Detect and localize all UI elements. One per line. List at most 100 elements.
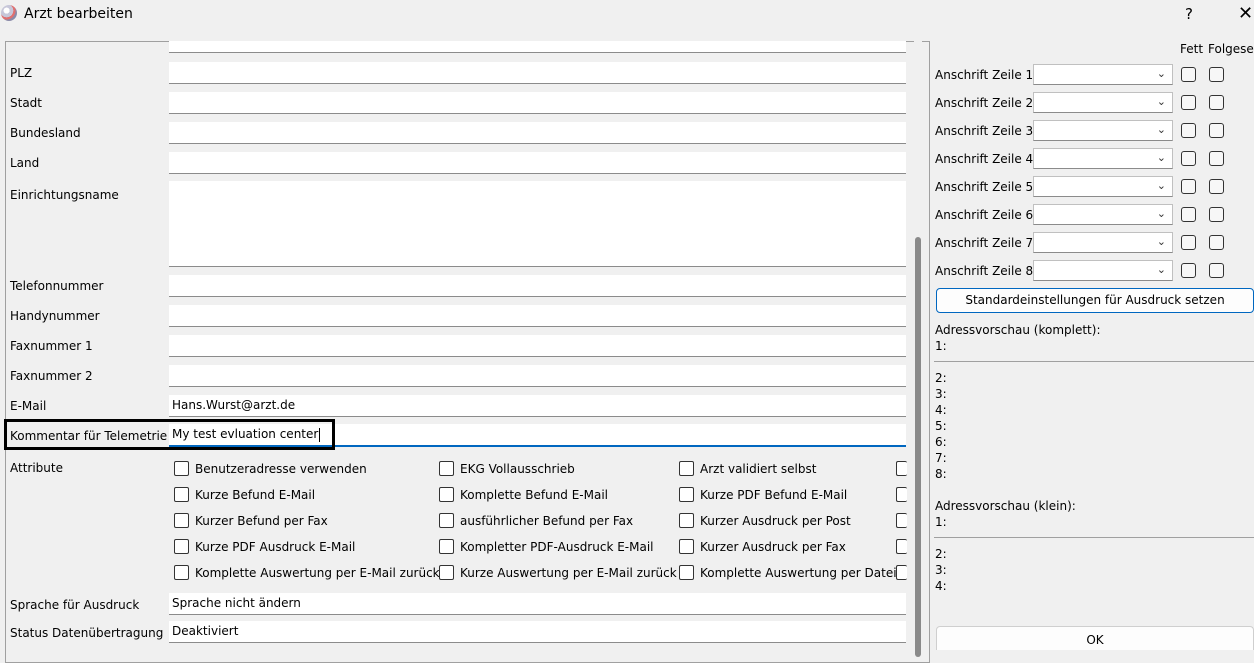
checkbox-ausfuehrlicher-befund-fax[interactable] xyxy=(439,513,454,528)
chevron-down-icon: ⌄ xyxy=(1156,235,1166,248)
stadt-input[interactable] xyxy=(169,92,906,114)
fett-checkbox-6[interactable] xyxy=(1181,207,1196,222)
sprache-select[interactable]: Sprache nicht ändern xyxy=(169,593,906,615)
attribute-label: Attribute xyxy=(10,461,63,475)
anschrift-zeile-3-select[interactable]: ⌄ xyxy=(1033,120,1173,141)
ok-button[interactable]: OK xyxy=(936,626,1254,650)
einrichtungsname-textarea[interactable] xyxy=(169,181,906,267)
chevron-down-icon: ⌄ xyxy=(1156,151,1166,164)
checkbox-label: EKG Vollausschrieb xyxy=(460,462,575,476)
sprache-label: Sprache für Ausdruck xyxy=(10,598,140,612)
checkbox-label: Benutzeradresse verwenden xyxy=(195,462,367,476)
checkbox-label: Arzt validiert selbst xyxy=(700,462,817,476)
anschrift-zeile-2-select[interactable]: ⌄ xyxy=(1033,92,1173,113)
checkbox-label: ausführlicher Befund per Fax xyxy=(460,514,634,528)
checkbox-ekg-vollausschrieb[interactable] xyxy=(439,461,454,476)
fett-checkbox-8[interactable] xyxy=(1181,263,1196,278)
land-label: Land xyxy=(10,156,40,170)
folgeseite-checkbox-3[interactable] xyxy=(1209,123,1224,138)
folgeseite-checkbox-8[interactable] xyxy=(1209,263,1224,278)
fax2-label: Faxnummer 2 xyxy=(10,369,93,383)
anschrift-zeile-1-select[interactable]: ⌄ xyxy=(1033,64,1173,85)
folgeseite-checkbox-1[interactable] xyxy=(1209,67,1224,82)
folgeseite-checkbox-4[interactable] xyxy=(1209,151,1224,166)
anschrift-zeile-6-select[interactable]: ⌄ xyxy=(1033,204,1173,225)
fett-checkbox-5[interactable] xyxy=(1181,179,1196,194)
checkbox-label: Kurzer Ausdruck per Fax xyxy=(700,540,846,554)
chevron-down-icon: ⌄ xyxy=(1156,67,1166,80)
status-select[interactable]: Deaktiviert xyxy=(169,621,906,643)
fett-checkbox-7[interactable] xyxy=(1181,235,1196,250)
checkbox-kurze-pdf-ausdruck[interactable] xyxy=(174,539,189,554)
fett-header: Fett xyxy=(1180,42,1204,56)
fax2-input[interactable] xyxy=(169,365,906,387)
preview-full-line: 1: xyxy=(935,339,947,353)
anschrift-zeile-label: Anschrift Zeile 3 xyxy=(935,124,1034,138)
checkbox-partial[interactable] xyxy=(896,487,907,502)
highlight-box xyxy=(4,419,335,450)
folgeseite-checkbox-6[interactable] xyxy=(1209,207,1224,222)
chevron-down-icon: ⌄ xyxy=(1156,123,1166,136)
checkbox-komplette-befund-email[interactable] xyxy=(439,487,454,502)
folgeseite-header: Folgesei xyxy=(1208,42,1254,56)
preview-divider xyxy=(934,537,1254,538)
checkbox-label: Komplette Auswertung per Datei xyxy=(700,566,897,580)
preview-full-line: 7: xyxy=(935,451,947,465)
fett-checkbox-2[interactable] xyxy=(1181,95,1196,110)
default-print-settings-button[interactable]: Standardeinstellungen für Ausdruck setze… xyxy=(936,288,1254,313)
checkbox-partial[interactable] xyxy=(896,513,907,528)
checkbox-label: Komplette Auswertung per E-Mail zurück xyxy=(195,566,440,580)
fax1-label: Faxnummer 1 xyxy=(10,339,93,353)
checkbox-benutzeradresse[interactable] xyxy=(174,461,189,476)
preview-small-line: 1: xyxy=(935,515,947,529)
checkbox-label: Komplette Befund E-Mail xyxy=(460,488,609,502)
plz-input[interactable] xyxy=(169,62,906,84)
checkbox-kurze-auswertung-email[interactable] xyxy=(439,565,454,580)
preview-full-line: 6: xyxy=(935,435,947,449)
anschrift-zeile-7-select[interactable]: ⌄ xyxy=(1033,232,1173,253)
help-button[interactable]: ? xyxy=(1185,5,1193,23)
scrollbar-thumb[interactable] xyxy=(915,237,921,657)
bundesland-label: Bundesland xyxy=(10,126,81,140)
fett-checkbox-1[interactable] xyxy=(1181,67,1196,82)
checkbox-label: Kurzer Befund per Fax xyxy=(195,514,328,528)
checkbox-partial[interactable] xyxy=(896,539,907,554)
email-input[interactable]: Hans.Wurst@arzt.de xyxy=(169,395,906,417)
close-icon[interactable]: ✕ xyxy=(1238,3,1253,24)
bundesland-input[interactable] xyxy=(169,122,906,144)
fett-checkbox-4[interactable] xyxy=(1181,151,1196,166)
checkbox-partial[interactable] xyxy=(896,461,907,476)
handy-input[interactable] xyxy=(169,305,906,327)
checkbox-kurze-befund-email[interactable] xyxy=(174,487,189,502)
checkbox-komplette-auswertung-email[interactable] xyxy=(174,565,189,580)
handy-label: Handynummer xyxy=(10,309,100,323)
checkbox-partial[interactable] xyxy=(896,565,907,580)
email-label: E-Mail xyxy=(10,399,47,413)
chevron-down-icon: ⌄ xyxy=(1156,179,1166,192)
anschrift-zeile-5-select[interactable]: ⌄ xyxy=(1033,176,1173,197)
preview-full-line: 3: xyxy=(935,387,947,401)
telefon-input[interactable] xyxy=(169,275,906,297)
fett-checkbox-3[interactable] xyxy=(1181,123,1196,138)
checkbox-kurzer-ausdruck-fax[interactable] xyxy=(679,539,694,554)
anschrift-zeile-4-select[interactable]: ⌄ xyxy=(1033,148,1173,169)
anschrift-zeile-label: Anschrift Zeile 6 xyxy=(935,208,1034,222)
stadt-label: Stadt xyxy=(10,96,42,110)
checkbox-kurzer-befund-fax[interactable] xyxy=(174,513,189,528)
checkbox-kompletter-pdf-ausdruck[interactable] xyxy=(439,539,454,554)
land-input[interactable] xyxy=(169,152,906,174)
folgeseite-checkbox-2[interactable] xyxy=(1209,95,1224,110)
folgeseite-checkbox-7[interactable] xyxy=(1209,235,1224,250)
checkbox-kurzer-ausdruck-post[interactable] xyxy=(679,513,694,528)
checkbox-kurze-pdf-befund[interactable] xyxy=(679,487,694,502)
checkbox-komplette-auswertung-datei[interactable] xyxy=(679,565,694,580)
anschrift-zeile-8-select[interactable]: ⌄ xyxy=(1033,260,1173,281)
preview-small-line: 3: xyxy=(935,563,947,577)
checkbox-label: Kurze Auswertung per E-Mail zurück xyxy=(460,566,677,580)
preview-small-line: 2: xyxy=(935,547,947,561)
fax1-input[interactable] xyxy=(169,335,906,357)
partial-top-field[interactable] xyxy=(169,41,906,53)
checkbox-arzt-validiert[interactable] xyxy=(679,461,694,476)
checkbox-label: Kurze PDF Ausdruck E-Mail xyxy=(195,540,356,554)
folgeseite-checkbox-5[interactable] xyxy=(1209,179,1224,194)
